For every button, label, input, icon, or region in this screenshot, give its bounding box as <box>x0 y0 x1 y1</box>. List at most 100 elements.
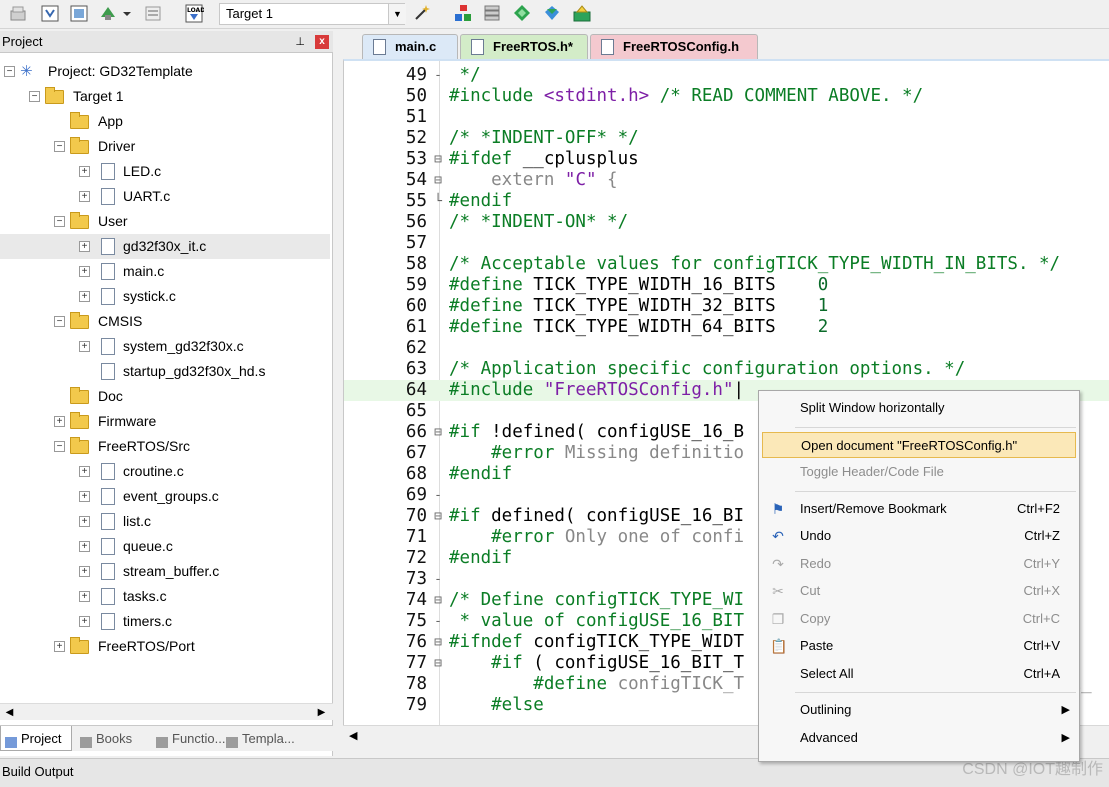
fold-collapse-icon[interactable]: ⊟ <box>432 632 444 653</box>
tree-item[interactable]: + list.c <box>0 509 330 534</box>
tree-item[interactable]: + event_groups.c <box>0 484 330 509</box>
tree-item[interactable]: + croutine.c <box>0 459 330 484</box>
load-icon[interactable]: LOAD <box>184 3 205 23</box>
tree-item[interactable]: + system_gd32f30x.c <box>0 334 330 359</box>
expand-icon[interactable]: + <box>79 191 90 202</box>
expand-icon[interactable]: + <box>79 341 90 352</box>
menu-item-open-document-freertosconfig-h[interactable]: Open document "FreeRTOSConfig.h" <box>762 431 1076 458</box>
code-line[interactable]: 50 #include <stdint.h> /* READ COMMENT AB… <box>344 86 1109 107</box>
expand-icon[interactable]: + <box>79 166 90 177</box>
fold-collapse-icon[interactable]: ⊟ <box>432 422 444 443</box>
code-line[interactable]: 57 <box>344 233 1109 254</box>
expand-icon[interactable]: + <box>79 241 90 252</box>
scroll-right-icon[interactable]: ▶ <box>314 705 329 720</box>
code-line[interactable]: 52 /* *INDENT-OFF* */ <box>344 128 1109 149</box>
expand-icon[interactable]: + <box>79 616 90 627</box>
close-icon[interactable]: x <box>315 35 329 49</box>
project-horizontal-scrollbar[interactable]: ◀ ▶ <box>0 703 333 720</box>
code-line[interactable]: 56 /* *INDENT-ON* */ <box>344 212 1109 233</box>
translate-icon[interactable] <box>40 3 60 23</box>
menu-item-outlining[interactable]: Outlining ▶ <box>762 697 1076 723</box>
target-select[interactable]: Target 1 ▼ <box>219 3 406 25</box>
tree-item[interactable]: + tasks.c <box>0 584 330 609</box>
menu-item-split-window-horizontally[interactable]: Split Window horizontally <box>762 395 1076 421</box>
editor-tab-main-c[interactable]: main.c <box>362 34 458 59</box>
tree-item[interactable]: + systick.c <box>0 284 330 309</box>
pack-installer-icon[interactable] <box>512 3 532 23</box>
code-line[interactable]: 54 ⊟ extern "C" { <box>344 170 1109 191</box>
expand-icon[interactable]: + <box>54 641 65 652</box>
manage-project-icon[interactable] <box>453 3 473 23</box>
panel-tab-books[interactable]: Books <box>76 726 148 751</box>
tree-item[interactable]: + stream_buffer.c <box>0 559 330 584</box>
tree-item[interactable]: + main.c <box>0 259 330 284</box>
tree-item[interactable]: − ✳ Project: GD32Template <box>0 59 330 84</box>
magic-wand-icon[interactable] <box>412 3 432 23</box>
code-line[interactable]: 49- */ <box>344 65 1109 86</box>
code-line[interactable]: 61 #define TICK_TYPE_WIDTH_64_BITS 2 <box>344 317 1109 338</box>
code-line[interactable]: 59 #define TICK_TYPE_WIDTH_16_BITS 0 <box>344 275 1109 296</box>
fold-collapse-icon[interactable]: ⊟ <box>432 590 444 611</box>
expand-icon[interactable]: + <box>79 466 90 477</box>
chevron-down-icon[interactable]: ▼ <box>388 4 406 24</box>
editor-tab-freertos-h-[interactable]: FreeRTOS.h* <box>460 34 588 59</box>
menu-item-select-all[interactable]: Select All Ctrl+A <box>762 661 1076 687</box>
build-icon[interactable] <box>69 3 89 23</box>
tree-item[interactable]: − CMSIS <box>0 309 330 334</box>
tree-item[interactable]: − User <box>0 209 330 234</box>
expand-icon[interactable]: + <box>79 291 90 302</box>
manage-books-icon[interactable] <box>482 3 502 23</box>
pin-icon[interactable]: ⊥ <box>295 31 305 53</box>
expand-icon[interactable]: + <box>79 591 90 602</box>
tree-item[interactable]: App <box>0 109 330 134</box>
tree-item[interactable]: startup_gd32f30x_hd.s <box>0 359 330 384</box>
collapse-icon[interactable]: − <box>54 141 65 152</box>
code-line[interactable]: 63 /* Application specific configuration … <box>344 359 1109 380</box>
editor-tab-freertosconfig-h[interactable]: FreeRTOSConfig.h <box>590 34 758 59</box>
collapse-icon[interactable]: − <box>4 66 15 77</box>
expand-icon[interactable]: + <box>79 266 90 277</box>
code-line[interactable]: 60 #define TICK_TYPE_WIDTH_32_BITS 1 <box>344 296 1109 317</box>
tree-item[interactable]: Doc <box>0 384 330 409</box>
code-line[interactable]: 51 <box>344 107 1109 128</box>
code-line[interactable]: 62 <box>344 338 1109 359</box>
tree-item[interactable]: + gd32f30x_it.c <box>0 234 330 259</box>
code-line[interactable]: 55 └ #endif <box>344 191 1109 212</box>
code-line[interactable]: 58 /* Acceptable values for configTICK_TY… <box>344 254 1109 275</box>
tree-item[interactable]: + Firmware <box>0 409 330 434</box>
expand-icon[interactable]: + <box>54 416 65 427</box>
menu-item-undo[interactable]: ↶ Undo Ctrl+Z <box>762 523 1076 549</box>
expand-icon[interactable]: + <box>79 491 90 502</box>
panel-tab-project[interactable]: Project <box>0 726 72 751</box>
collapse-icon[interactable]: − <box>29 91 40 102</box>
panel-tab-templa[interactable]: Templa... <box>222 726 330 751</box>
tree-item[interactable]: − Driver <box>0 134 330 159</box>
tree-item[interactable]: − Target 1 <box>0 84 330 109</box>
collapse-icon[interactable]: − <box>54 216 65 227</box>
menu-item-advanced[interactable]: Advanced ▶ <box>762 725 1076 751</box>
batch-build-icon[interactable] <box>8 3 28 23</box>
expand-icon[interactable]: + <box>79 516 90 527</box>
menu-item-paste[interactable]: 📋 Paste Ctrl+V <box>762 633 1076 659</box>
panel-tab-functio[interactable]: Functio... <box>152 726 225 751</box>
fold-collapse-icon[interactable]: ⊟ <box>432 149 444 170</box>
fold-collapse-icon[interactable]: ⊟ <box>432 170 444 191</box>
scroll-left-icon[interactable]: ◀ <box>2 705 17 720</box>
collapse-icon[interactable]: − <box>54 441 65 452</box>
component-icon[interactable] <box>542 3 562 23</box>
collapse-icon[interactable]: − <box>54 316 65 327</box>
fold-collapse-icon[interactable]: ⊟ <box>432 653 444 674</box>
options-dropdown-icon[interactable] <box>120 3 134 23</box>
tree-item[interactable]: + LED.c <box>0 159 330 184</box>
download-icon[interactable] <box>143 3 163 23</box>
scroll-left-icon[interactable]: ◀ <box>349 729 357 742</box>
tree-item[interactable]: + timers.c <box>0 609 330 634</box>
fold-collapse-icon[interactable]: ⊟ <box>432 506 444 527</box>
code-line[interactable]: 53 ⊟ #ifdef __cplusplus <box>344 149 1109 170</box>
menu-item-insert-remove-bookmark[interactable]: ⚑ Insert/Remove Bookmark Ctrl+F2 <box>762 496 1076 522</box>
tree-item[interactable]: + UART.c <box>0 184 330 209</box>
expand-icon[interactable]: + <box>79 541 90 552</box>
expand-icon[interactable]: + <box>79 566 90 577</box>
run-time-env-icon[interactable] <box>572 3 592 23</box>
tree-item[interactable]: + queue.c <box>0 534 330 559</box>
